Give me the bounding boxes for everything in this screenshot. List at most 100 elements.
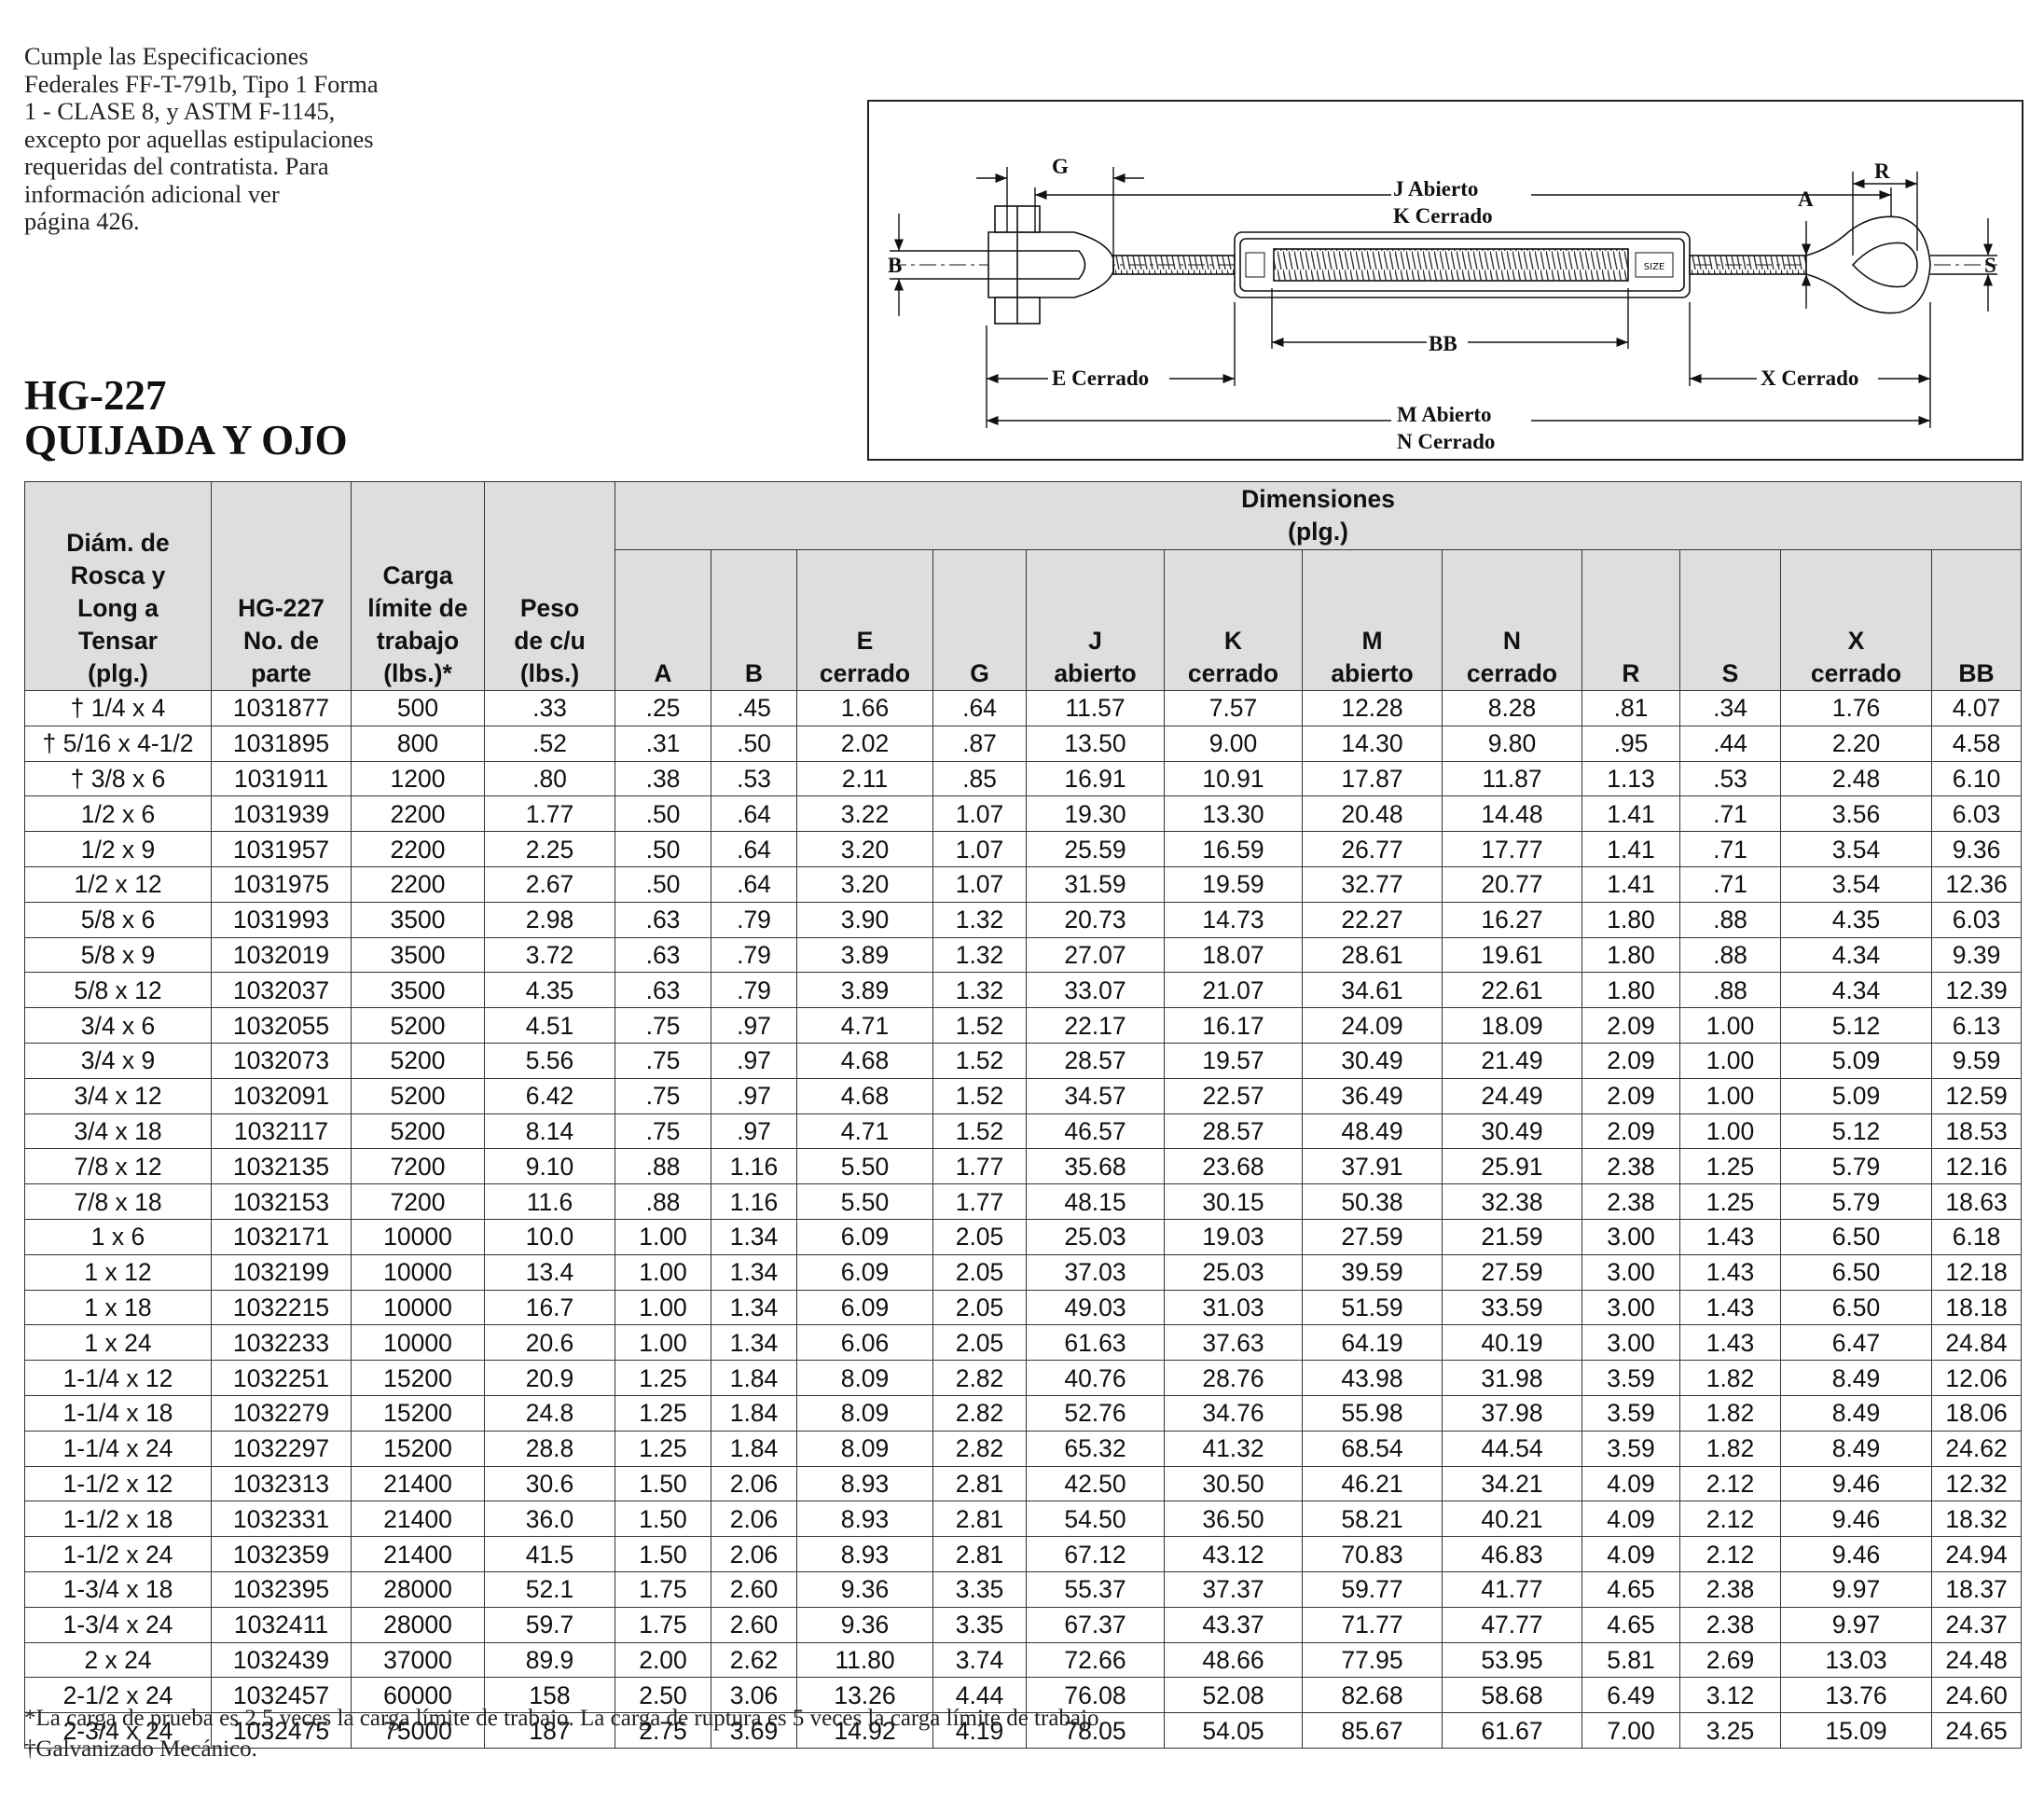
- header-line: G: [970, 659, 989, 687]
- table-cell: 6.10: [1930, 760, 2023, 797]
- table-cell: .88: [615, 1183, 711, 1220]
- table-cell: 8.14: [484, 1113, 615, 1150]
- table-cell: 37.03: [1026, 1253, 1165, 1291]
- table-cell: 2.05: [932, 1324, 1027, 1362]
- table-cell: 1.34: [711, 1253, 797, 1291]
- table-row: 1 x 24 1032233 10000 20.6 1.00 1.34 6.06 2.05 61…: [24, 1324, 2023, 1362]
- table-cell: 1032055: [211, 1007, 352, 1044]
- table-cell: 3.22: [796, 795, 933, 833]
- table-cell: 53.95: [1442, 1641, 1582, 1679]
- table-cell: 23.68: [1164, 1148, 1303, 1185]
- table-cell: † 1/4 x 4: [24, 690, 212, 726]
- table-cell: 12.39: [1930, 972, 2023, 1009]
- label-n-closed: N Cerrado: [1397, 430, 1495, 453]
- table-cell: 4.34: [1780, 936, 1932, 974]
- table-cell: 1.80: [1581, 972, 1680, 1009]
- table-cell: 12.28: [1302, 690, 1443, 726]
- table-row: 1-1/2 x 12 1032313 21400 30.6 1.50 2.06 8.93 2.…: [24, 1465, 2023, 1502]
- table-cell: 61.63: [1026, 1324, 1165, 1362]
- table-cell: 39.59: [1302, 1253, 1443, 1291]
- table-cell: 51.59: [1302, 1289, 1443, 1326]
- table-cell: 67.37: [1026, 1606, 1165, 1643]
- table-row: 1/2 x 9 1031957 2200 2.25.50.64 3.20 1.07 25.5…: [24, 831, 2023, 867]
- table-cell: 27.59: [1302, 1218, 1443, 1255]
- table-cell: 18.37: [1930, 1570, 2023, 1608]
- table-cell: 7200: [351, 1183, 485, 1220]
- header-line: (plg.): [88, 659, 148, 687]
- table-cell: 30.49: [1442, 1113, 1582, 1150]
- table-row: 1 x 6 1032171 10000 10.0 1.00 1.34 6.09 2.05 25.…: [24, 1218, 2023, 1255]
- table-cell: 5.56: [484, 1042, 615, 1079]
- table-cell: 2.82: [932, 1360, 1027, 1396]
- header-line: límite de: [367, 594, 468, 622]
- header-line: HG-227: [238, 594, 325, 622]
- table-cell: † 5/16 x 4-1/2: [24, 725, 212, 762]
- table-cell: .71: [1679, 865, 1781, 903]
- table-cell: .44: [1679, 725, 1781, 762]
- table-cell: 50.38: [1302, 1183, 1443, 1220]
- table-cell: .75: [615, 1113, 711, 1150]
- table-row: 1/2 x 6 1031939 2200 1.77.50.64 3.22 1.07 19.3…: [24, 795, 2023, 833]
- table-cell: 1.07: [932, 865, 1027, 903]
- size-stamp: SIZE: [1644, 262, 1664, 272]
- table-cell: 18.09: [1442, 1007, 1582, 1044]
- table-cell: 2.05: [932, 1253, 1027, 1291]
- table-cell: 1.82: [1679, 1394, 1781, 1431]
- table-cell: 8.93: [796, 1501, 933, 1538]
- table-cell: 3.20: [796, 831, 933, 867]
- table-cell: 37.37: [1164, 1570, 1303, 1608]
- table-cell: .71: [1679, 795, 1781, 833]
- table-cell: 52.1: [484, 1570, 615, 1608]
- table-cell: 5.79: [1780, 1148, 1932, 1185]
- table-cell: 1032359: [211, 1536, 352, 1572]
- table-cell: 20.6: [484, 1324, 615, 1362]
- table-cell: 1032215: [211, 1289, 352, 1326]
- header-line: cerrado: [1187, 659, 1279, 687]
- table-cell: 33.07: [1026, 972, 1165, 1009]
- label-s: S: [1984, 254, 1996, 277]
- table-cell: 24.94: [1930, 1536, 2023, 1572]
- table-cell: 46.21: [1302, 1465, 1443, 1502]
- table-cell: 14.73: [1164, 901, 1303, 938]
- table-cell: 77.95: [1302, 1641, 1443, 1679]
- table-row: 2 x 24 1032439 37000 89.9 2.00 2.62 11.80 3.74 7…: [24, 1641, 2023, 1679]
- table-cell: .50: [615, 865, 711, 903]
- table-cell: 11.87: [1442, 760, 1582, 797]
- table-cell: 16.59: [1164, 831, 1303, 867]
- table-cell: 2.25: [484, 831, 615, 867]
- table-cell: 46.83: [1442, 1536, 1582, 1572]
- label-r: R: [1874, 159, 1890, 183]
- table-cell: 2.09: [1581, 1007, 1680, 1044]
- table-cell: 67.12: [1026, 1536, 1165, 1572]
- table-cell: 1.84: [711, 1360, 797, 1396]
- label-a: A: [1798, 187, 1814, 211]
- table-cell: 24.49: [1442, 1077, 1582, 1114]
- table-cell: 5/8 x 12: [24, 972, 212, 1009]
- table-cell: .38: [615, 760, 711, 797]
- table-cell: 2.05: [932, 1218, 1027, 1255]
- table-cell: 34.21: [1442, 1465, 1582, 1502]
- header-dim-m: Mabierto: [1302, 549, 1443, 691]
- table-cell: 22.61: [1442, 972, 1582, 1009]
- table-cell: 21.07: [1164, 972, 1303, 1009]
- table-cell: 4.09: [1581, 1536, 1680, 1572]
- table-cell: 8.49: [1780, 1394, 1932, 1431]
- header-line: A: [654, 659, 672, 687]
- table-cell: 3/4 x 9: [24, 1042, 212, 1079]
- table-cell: 19.57: [1164, 1042, 1303, 1079]
- table-cell: 5200: [351, 1042, 485, 1079]
- table-cell: 1/2 x 6: [24, 795, 212, 833]
- table-cell: 1-1/2 x 18: [24, 1501, 212, 1538]
- table-cell: .80: [484, 760, 615, 797]
- table-cell: 1032199: [211, 1253, 352, 1291]
- table-cell: .63: [615, 972, 711, 1009]
- table-cell: 1032091: [211, 1077, 352, 1114]
- table-cell: 2200: [351, 831, 485, 867]
- table-cell: 24.84: [1930, 1324, 2023, 1362]
- table-cell: 36.0: [484, 1501, 615, 1538]
- table-cell: 1.52: [932, 1077, 1027, 1114]
- table-cell: 1.41: [1581, 865, 1680, 903]
- table-cell: 18.06: [1930, 1394, 2023, 1431]
- table-row: 3/4 x 12 1032091 5200 6.42.75.97 4.68 1.52 34.…: [24, 1077, 2023, 1114]
- table-row: † 3/8 x 6 1031911 1200.80.38.53 2.11.85 16.9…: [24, 760, 2023, 797]
